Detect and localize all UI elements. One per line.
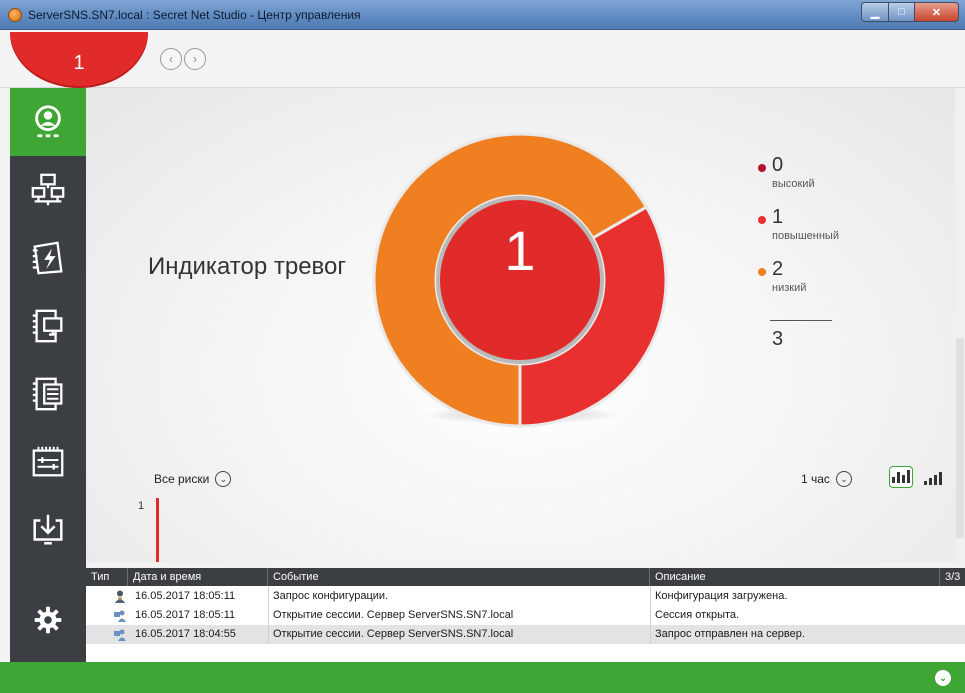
legend-label: низкий (772, 282, 807, 294)
title-bar: ServerSNS.SN7.local : Secret Net Studio … (0, 0, 965, 30)
cell-event: Открытие сессии. Сервер ServerSNS.SN7.lo… (273, 628, 514, 640)
journal-icon (32, 377, 63, 411)
donut-center-count: 1 (504, 219, 536, 282)
period-filter-label: 1 час (801, 472, 830, 486)
sidebar-item-computers[interactable] (10, 292, 86, 360)
forward-button[interactable]: › (184, 48, 206, 70)
signal-chart-mode-button[interactable] (924, 470, 946, 488)
legend-total: 3 (772, 328, 784, 350)
page-title: Индикатор тревог (148, 253, 347, 280)
chevron-left-icon: ‹ (169, 52, 173, 66)
legend-dot (758, 216, 766, 224)
status-bar: ⌄ (0, 662, 965, 693)
sidebar-item-settings[interactable] (10, 586, 86, 654)
sidebar-item-alerts[interactable] (10, 88, 86, 156)
legend-label: высокий (772, 178, 815, 190)
period-filter-dropdown[interactable]: 1 час ⌄ (801, 471, 852, 487)
legend-divider (770, 320, 832, 321)
sidebar-item-network[interactable] (10, 156, 86, 224)
alert-count: 1 (73, 52, 85, 74)
risk-filter-label: Все риски (154, 472, 210, 486)
top-bar: 1 ‹ › (0, 30, 965, 88)
cell-description: Запрос отправлен на сервер. (655, 628, 805, 640)
column-description[interactable]: Описание (650, 568, 940, 586)
alert-indicator-panel: Индикатор тревог 1 0 высокий 1 повышенны… (86, 88, 965, 562)
cell-description: Конфигурация загружена. (655, 590, 788, 602)
cell-datetime: 16.05.2017 18:05:11 (135, 590, 236, 602)
mini-chart-bar (156, 498, 159, 562)
maximize-button[interactable]: □ (889, 2, 915, 22)
cell-datetime: 16.05.2017 18:04:55 (135, 628, 236, 640)
legend-dot (758, 164, 766, 172)
cell-event: Открытие сессии. Сервер ServerSNS.SN7.lo… (273, 609, 514, 621)
events-table: Тип Дата и время Событие Описание 3/3 16… (86, 568, 965, 662)
column-datetime[interactable]: Дата и время (128, 568, 268, 586)
network-user-icon (114, 629, 126, 641)
network-icon (31, 173, 65, 206)
sidebar (10, 88, 86, 662)
sidebar-item-import[interactable] (10, 496, 86, 564)
row-count: 3/3 (945, 571, 961, 583)
sidebar-item-hardware[interactable] (10, 428, 86, 496)
computer-book-icon (32, 309, 63, 343)
download-icon (33, 514, 63, 545)
column-event[interactable]: Событие (268, 568, 650, 586)
window-controls: ▁ □ ✕ (861, 2, 959, 22)
app-window: ServerSNS.SN7.local : Secret Net Studio … (0, 0, 965, 693)
table-row[interactable]: 16.05.2017 18:04:55 Открытие сессии. Сер… (86, 625, 965, 644)
cell-event: Запрос конфигурации. (273, 590, 389, 602)
mini-chart-y-label: 1 (138, 500, 145, 512)
window-title: ServerSNS.SN7.local : Secret Net Studio … (28, 8, 361, 22)
sidebar-item-journals[interactable] (10, 360, 86, 428)
legend-dot (758, 268, 766, 276)
chevron-down-icon: ⌄ (215, 471, 232, 487)
chevron-down-icon: ⌄ (835, 471, 852, 487)
legend-value: 2 (772, 258, 784, 280)
back-button[interactable]: ‹ (160, 48, 182, 70)
scrollbar[interactable] (955, 88, 965, 562)
cell-description: Сессия открыта. (655, 609, 740, 621)
legend-value: 0 (772, 154, 784, 176)
minimize-button[interactable]: ▁ (861, 2, 889, 22)
legend-label: повышенный (772, 230, 839, 242)
close-button[interactable]: ✕ (915, 2, 959, 22)
chevron-down-icon[interactable]: ⌄ (935, 670, 951, 686)
legend-value: 1 (772, 206, 784, 228)
user-icon (115, 590, 125, 603)
network-user-icon (114, 610, 126, 622)
table-header: Тип Дата и время Событие Описание 3/3 (86, 568, 965, 586)
table-row[interactable]: 16.05.2017 18:05:11 Запрос конфигурации.… (86, 587, 965, 606)
risk-filter-dropdown[interactable]: Все риски ⌄ (154, 471, 232, 487)
sidebar-item-policies[interactable] (10, 224, 86, 292)
table-row[interactable]: 16.05.2017 18:05:11 Открытие сессии. Сер… (86, 606, 965, 625)
app-icon (8, 8, 22, 22)
policy-icon (32, 241, 63, 275)
gear-icon (34, 606, 62, 634)
radar-user-icon (35, 105, 61, 138)
column-type[interactable]: Тип (86, 568, 128, 586)
cell-datetime: 16.05.2017 18:05:11 (135, 609, 236, 621)
chevron-right-icon: › (193, 52, 197, 66)
alert-count-badge[interactable]: 1 (10, 32, 148, 88)
hardware-icon (32, 446, 64, 477)
bar-chart-mode-button[interactable] (889, 466, 913, 488)
